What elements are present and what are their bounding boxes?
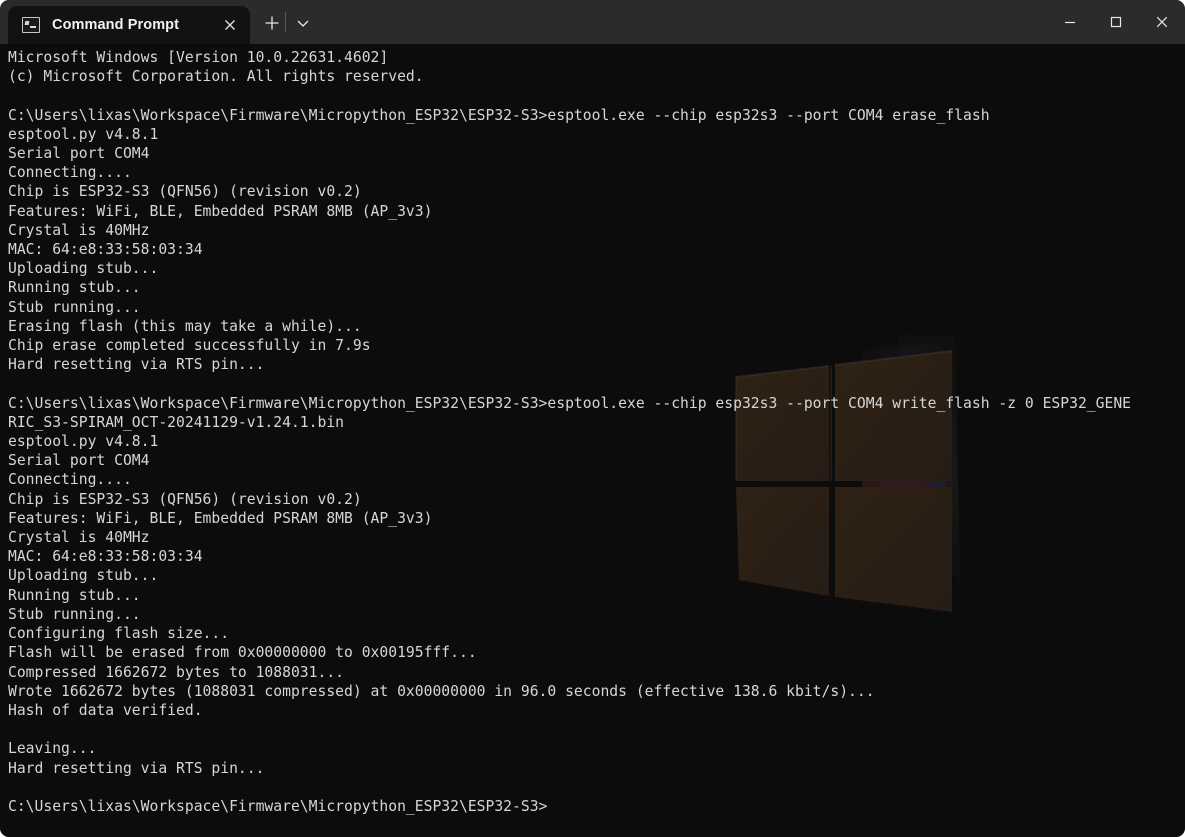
terminal-output: Microsoft Windows [Version 10.0.22631.46… <box>8 49 1132 815</box>
new-tab-button[interactable] <box>258 10 286 36</box>
chevron-down-icon[interactable] <box>290 10 316 36</box>
terminal-surface[interactable]: Microsoft Windows [Version 10.0.22631.46… <box>0 44 1185 837</box>
tab-command-prompt[interactable]: Command Prompt <box>8 6 250 44</box>
maximize-button[interactable] <box>1093 0 1139 44</box>
minimize-button[interactable] <box>1047 0 1093 44</box>
tab-bar-separator <box>285 12 286 32</box>
tab-label: Command Prompt <box>52 17 180 33</box>
close-window-button[interactable] <box>1139 0 1185 44</box>
tab-close-icon[interactable] <box>220 15 240 35</box>
console-icon <box>22 17 40 33</box>
title-bar[interactable]: Command Prompt <box>0 0 1185 44</box>
command-prompt-window: Command Prompt Microsoft Windows [Versio… <box>0 0 1185 837</box>
